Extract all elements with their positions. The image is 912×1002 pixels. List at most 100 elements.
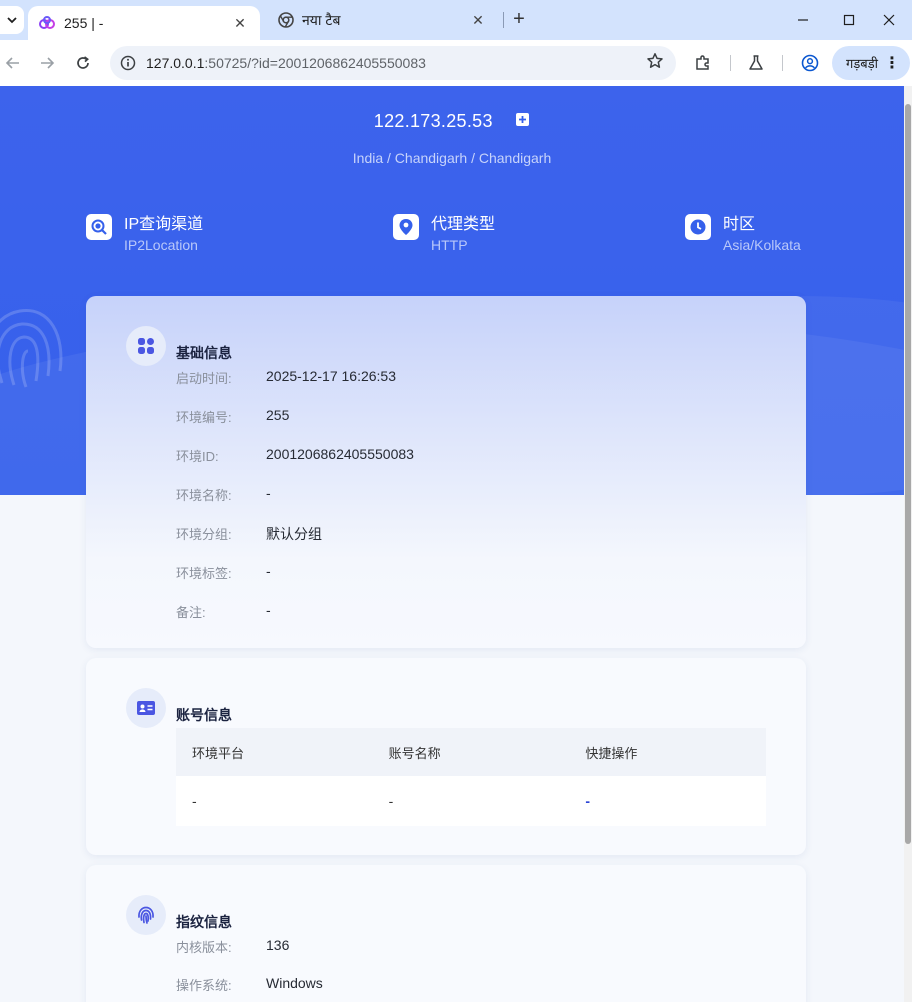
tab-title: नया टैब bbox=[302, 11, 341, 28]
address-bar[interactable]: 127.0.0.1:50725/?id=2001206862405550083 bbox=[110, 46, 676, 80]
stat-ip-channel: IP查询渠道 IP2Location bbox=[86, 214, 203, 254]
stat-proxy-type: 代理类型 HTTP bbox=[393, 214, 495, 254]
info-value: - bbox=[266, 563, 271, 579]
stat-value: IP2Location bbox=[124, 237, 198, 253]
table-header: 环境平台 账号名称 快捷操作 bbox=[176, 728, 766, 776]
info-value: 2001206862405550083 bbox=[266, 446, 414, 462]
tab-inactive[interactable]: नया टैब ✕ bbox=[268, 6, 498, 34]
info-row-remark: 备注: - bbox=[176, 602, 271, 621]
info-row-env-tags: 环境标签: - bbox=[176, 563, 271, 582]
error-status-pill[interactable]: गड़बड़ी ⋮ bbox=[832, 46, 910, 80]
chrome-logo-icon bbox=[278, 12, 294, 28]
section-title: 账号信息 bbox=[176, 707, 232, 723]
info-row-kernel-version: 内核版本: 136 bbox=[176, 937, 289, 956]
grid-icon bbox=[126, 326, 166, 366]
column-header: 账号名称 bbox=[388, 745, 441, 761]
puzzle-icon bbox=[696, 55, 709, 70]
tab-title: 255 | - bbox=[64, 15, 104, 31]
info-key: 备注: bbox=[176, 605, 206, 620]
info-value: 2025-12-17 16:26:53 bbox=[266, 368, 396, 384]
close-tab-icon[interactable]: ✕ bbox=[468, 12, 488, 29]
fingerprint-watermark-icon bbox=[0, 309, 63, 388]
ip-address: 122.173.25.53 bbox=[373, 111, 493, 131]
section-title: 指纹信息 bbox=[176, 914, 232, 930]
account-info-card: 账号信息 环境平台 账号名称 快捷操作 - - - bbox=[86, 658, 806, 855]
close-icon bbox=[883, 14, 895, 26]
app-logo-icon bbox=[39, 16, 55, 29]
close-tab-icon[interactable]: ✕ bbox=[230, 15, 250, 32]
clock-icon bbox=[685, 214, 711, 240]
info-value: - bbox=[266, 485, 271, 501]
site-info-icon[interactable] bbox=[120, 55, 136, 71]
info-key: 环境名称: bbox=[176, 488, 232, 503]
info-row-env-group: 环境分组: 默认分组 bbox=[176, 524, 322, 544]
url-path: :50725/?id=2001206862405550083 bbox=[204, 55, 426, 71]
info-row-env-id: 环境ID: 2001206862405550083 bbox=[176, 446, 414, 465]
info-key: 启动时间: bbox=[176, 371, 232, 386]
info-row-start-time: 启动时间: 2025-12-17 16:26:53 bbox=[176, 368, 396, 387]
new-tab-button[interactable]: + bbox=[508, 8, 530, 32]
section-header: 账号信息 bbox=[126, 688, 232, 728]
url-text[interactable]: 127.0.0.1:50725/?id=2001206862405550083 bbox=[146, 55, 426, 71]
info-row-env-number: 环境编号: 255 bbox=[176, 407, 289, 426]
account-table: 环境平台 账号名称 快捷操作 - - - bbox=[176, 728, 766, 826]
chevron-down-icon bbox=[7, 17, 17, 24]
quick-action-link[interactable]: - bbox=[569, 793, 766, 809]
error-status-label: गड़बड़ी bbox=[846, 56, 879, 71]
back-button[interactable] bbox=[0, 50, 26, 76]
stat-label: IP查询渠道 bbox=[124, 216, 204, 233]
browser-toolbar: 127.0.0.1:50725/?id=2001206862405550083 … bbox=[0, 40, 912, 86]
id-card-icon bbox=[126, 688, 166, 728]
ip-location: India / Chandigarh / Chandigarh bbox=[352, 150, 552, 166]
arrow-right-icon bbox=[41, 57, 55, 69]
stat-label: 代理类型 bbox=[431, 216, 496, 233]
close-window-button[interactable] bbox=[866, 6, 912, 34]
table-cell: - bbox=[192, 793, 197, 809]
flask-icon bbox=[749, 55, 763, 70]
column-header: 环境平台 bbox=[192, 745, 245, 761]
stat-label: 时区 bbox=[723, 216, 756, 233]
column-header: 快捷操作 bbox=[585, 745, 638, 761]
info-value: 255 bbox=[266, 407, 290, 423]
profile-icon bbox=[801, 54, 819, 72]
info-key: 环境标签: bbox=[176, 566, 232, 581]
bookmark-star-icon[interactable] bbox=[646, 52, 664, 75]
tab-divider bbox=[503, 12, 504, 28]
info-value: Windows bbox=[266, 975, 323, 991]
browser-tab-strip: 255 | - ✕ नया टैब ✕ + bbox=[0, 0, 912, 40]
reload-icon bbox=[77, 56, 89, 69]
toolbar-divider bbox=[782, 55, 783, 71]
search-icon bbox=[86, 214, 112, 240]
info-row-env-name: 环境名称: - bbox=[176, 485, 271, 504]
location-pin-icon bbox=[393, 214, 419, 240]
copy-icon[interactable] bbox=[515, 112, 530, 132]
arrow-left-icon bbox=[5, 57, 19, 69]
forward-button[interactable] bbox=[34, 50, 60, 76]
info-key: 环境ID: bbox=[176, 449, 219, 464]
info-key: 内核版本: bbox=[176, 940, 232, 955]
info-value: 136 bbox=[266, 937, 290, 953]
toolbar-divider bbox=[730, 55, 731, 71]
info-value: - bbox=[266, 602, 271, 618]
minimize-button[interactable] bbox=[780, 6, 826, 34]
labs-button[interactable] bbox=[743, 50, 769, 76]
profile-button[interactable] bbox=[797, 50, 823, 76]
section-header: 基础信息 bbox=[126, 326, 232, 366]
section-title: 基础信息 bbox=[176, 345, 232, 361]
info-key: 操作系统: bbox=[176, 978, 232, 993]
more-vert-icon[interactable]: ⋮ bbox=[884, 53, 900, 73]
ip-header: 122.173.25.53 bbox=[0, 111, 904, 132]
table-cell: - bbox=[388, 793, 394, 809]
stat-value: Asia/Kolkata bbox=[723, 237, 801, 253]
reload-button[interactable] bbox=[70, 50, 96, 76]
tab-search-button[interactable] bbox=[0, 6, 24, 34]
info-row-os: 操作系统: Windows bbox=[176, 975, 323, 994]
info-key: 环境编号: bbox=[176, 410, 232, 425]
scrollbar-thumb[interactable] bbox=[905, 104, 911, 844]
tab-active[interactable]: 255 | - ✕ bbox=[28, 6, 260, 40]
fingerprint-info-card: 指纹信息 内核版本: 136 操作系统: Windows bbox=[86, 865, 806, 1002]
stat-timezone: 时区 Asia/Kolkata bbox=[685, 214, 801, 254]
url-host: 127.0.0.1 bbox=[146, 55, 205, 71]
basic-info-card: 基础信息 启动时间: 2025-12-17 16:26:53 环境编号: 255… bbox=[86, 296, 806, 648]
extensions-button[interactable] bbox=[690, 50, 716, 76]
